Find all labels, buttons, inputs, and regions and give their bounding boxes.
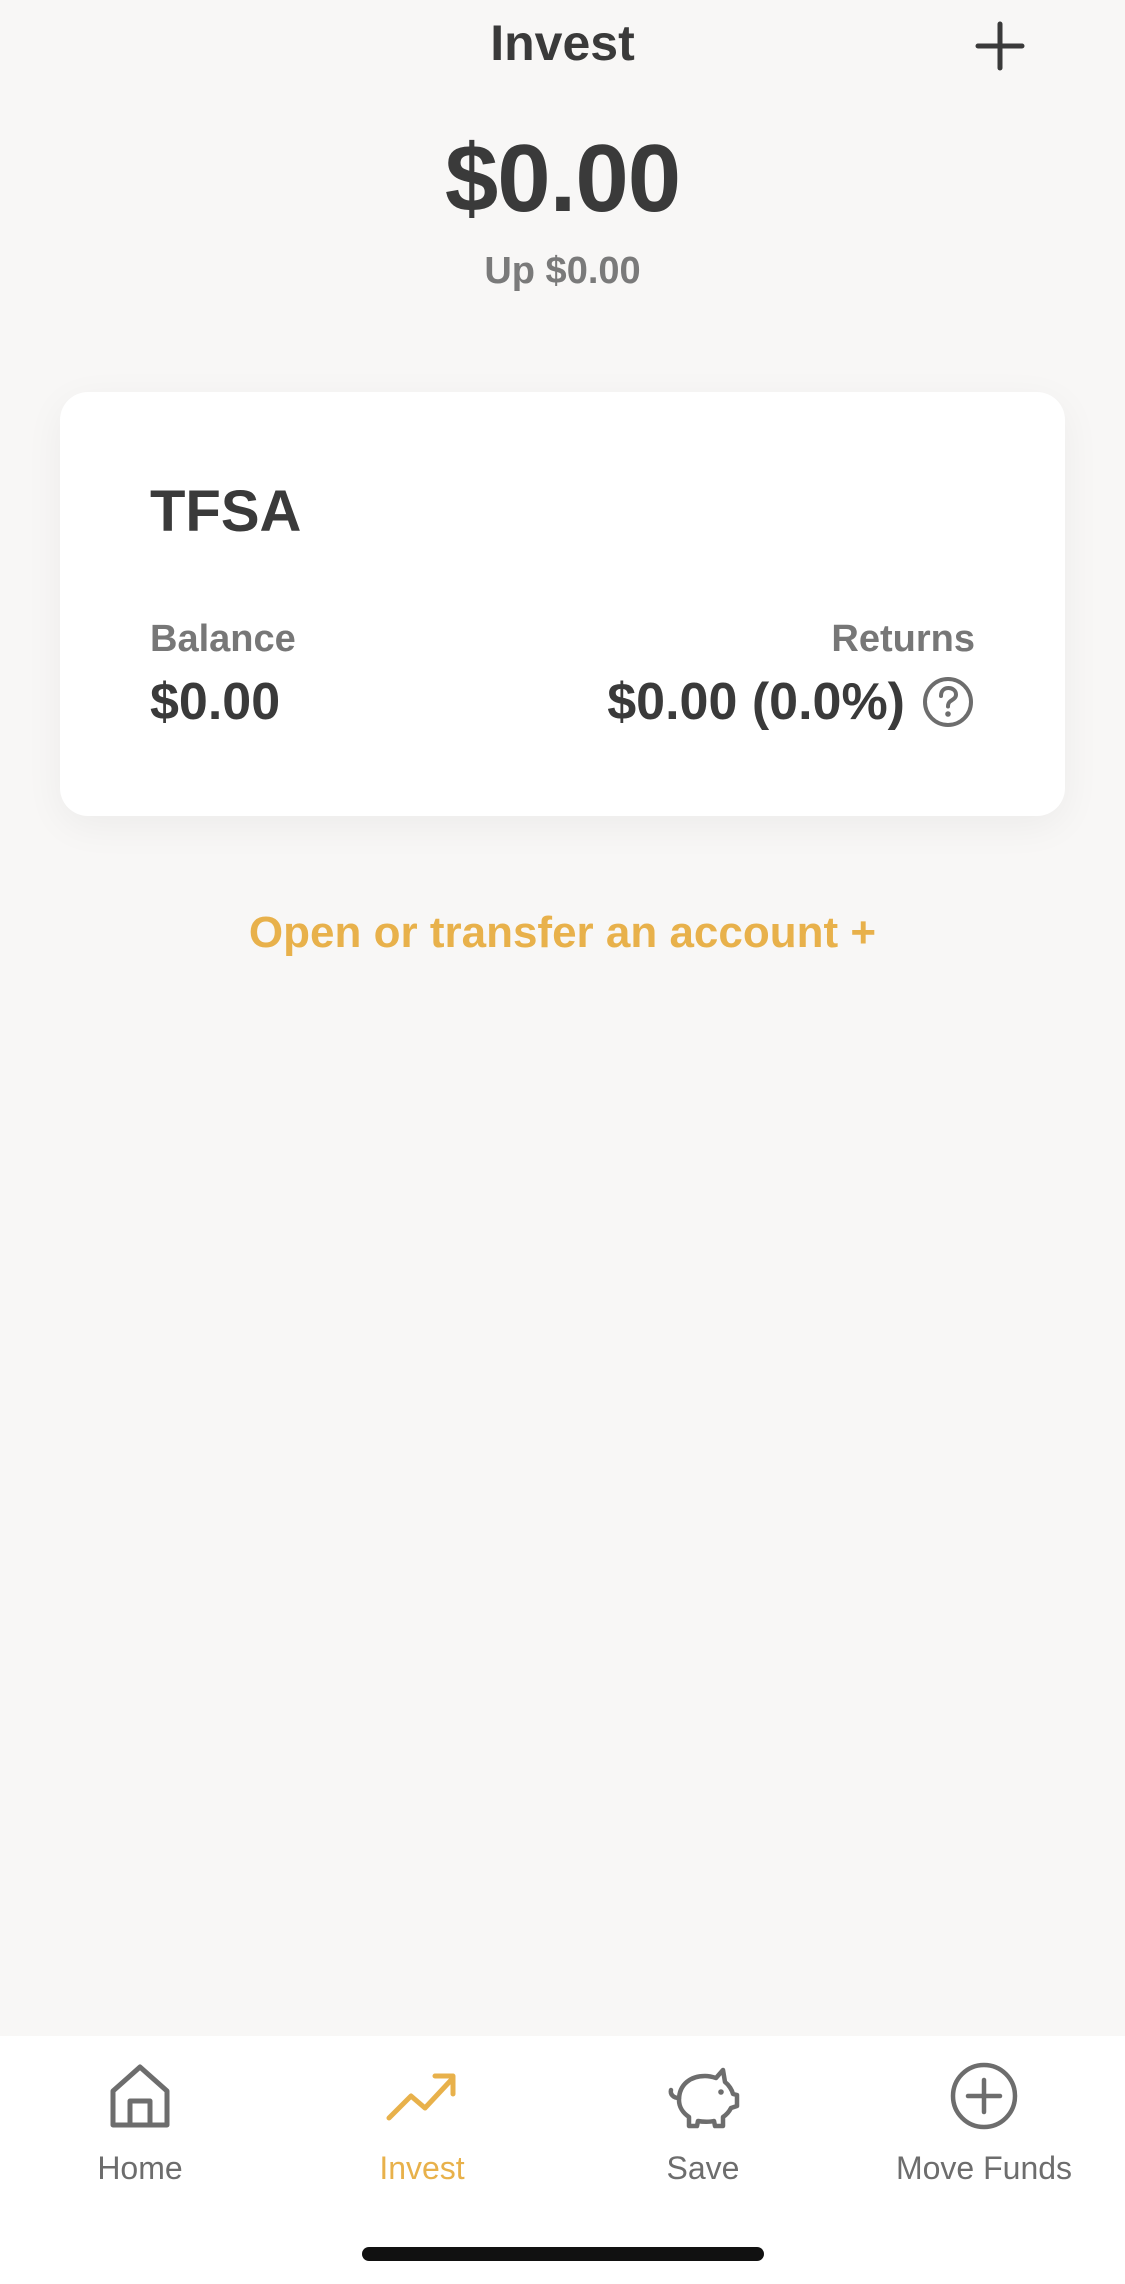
returns-label: Returns	[831, 618, 975, 660]
returns-value: $0.00 (0.0%)	[607, 673, 905, 731]
balance-value: $0.00	[150, 673, 281, 731]
open-transfer-account-link[interactable]: Open or transfer an account +	[0, 908, 1125, 958]
account-name: TFSA	[150, 479, 302, 544]
add-button[interactable]	[970, 16, 1030, 76]
tab-move-funds[interactable]: Move Funds	[864, 2056, 1104, 2216]
piggy-bank-icon	[663, 2056, 743, 2136]
trending-up-icon	[382, 2056, 462, 2136]
tab-save[interactable]: Save	[583, 2056, 823, 2216]
balance-label: Balance	[150, 618, 296, 660]
portfolio-change: Up $0.00	[484, 250, 641, 292]
home-indicator	[362, 2247, 764, 2261]
tab-home[interactable]: Home	[20, 2056, 260, 2216]
tab-home-label: Home	[97, 2150, 183, 2186]
header: Invest	[0, 0, 1125, 100]
plus-circle-icon	[944, 2056, 1024, 2136]
question-circle-icon[interactable]	[921, 675, 975, 729]
home-icon	[100, 2056, 180, 2136]
tab-invest-label: Invest	[379, 2150, 465, 2186]
tab-invest[interactable]: Invest	[302, 2056, 542, 2216]
plus-icon	[975, 21, 1025, 71]
page-title: Invest	[490, 15, 635, 71]
tab-save-label: Save	[666, 2150, 740, 2186]
returns-row: $0.00 (0.0%)	[607, 672, 975, 732]
account-card-tfsa[interactable]: TFSA Balance $0.00 Returns $0.00 (0.0%)	[60, 392, 1065, 816]
portfolio-total: $0.00	[444, 125, 681, 232]
tab-move-funds-label: Move Funds	[895, 2150, 1073, 2186]
